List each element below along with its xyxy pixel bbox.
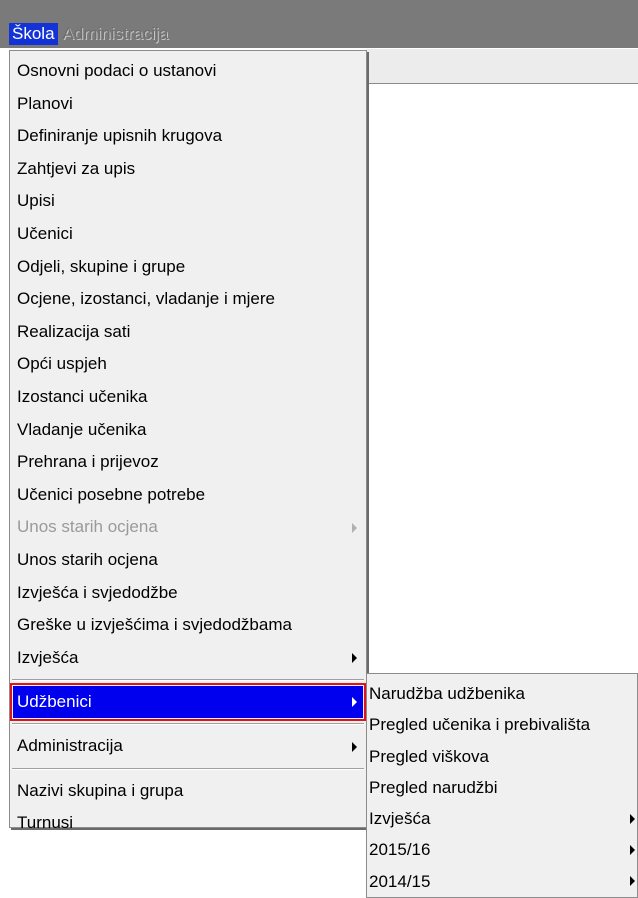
menu-separator: [12, 767, 364, 770]
menu-item-izvjesca[interactable]: Izvješća: [10, 642, 366, 675]
submenu-arrow-icon: [352, 522, 357, 533]
submenu-arrow-icon: [630, 876, 635, 887]
menu-item-turnusi[interactable]: Turnusi: [10, 807, 366, 840]
menu-item-realizacija-sati[interactable]: Realizacija sati: [10, 316, 366, 349]
menu-item-label: 2015/16: [369, 840, 431, 860]
menubar-item-skola[interactable]: Škola: [9, 23, 58, 45]
submenu-arrow-icon: [352, 652, 357, 663]
menu-item-odjeli[interactable]: Odjeli, skupine i grupe: [10, 251, 366, 284]
submenu-item-2015-16[interactable]: 2015/16: [367, 834, 637, 865]
menu-item-label: Izvješća: [17, 647, 79, 667]
menu-item-unos-starih-ocjena-disabled: Unos starih ocjena: [10, 511, 366, 544]
menu-item-ocjene[interactable]: Ocjene, izostanci, vladanje i mjere: [10, 283, 366, 316]
menu-item-label: Unos starih ocjena: [17, 517, 158, 537]
menu-item-label: Udžbenici: [17, 692, 92, 712]
submenu-arrow-icon: [630, 813, 635, 824]
menu-item-upisi[interactable]: Upisi: [10, 185, 366, 218]
menu-item-udzbenici[interactable]: Udžbenici: [10, 683, 366, 722]
menu-item-prehrana[interactable]: Prehrana i prijevoz: [10, 446, 366, 479]
menubar-item-administracija[interactable]: Administracija: [60, 23, 172, 45]
menu-item-nazivi-skupina[interactable]: Nazivi skupina i grupa: [10, 775, 366, 808]
submenu-item-pregled-ucenika[interactable]: Pregled učenika i prebivališta: [367, 709, 637, 740]
menu-item-zahtjevi-za-upis[interactable]: Zahtjevi za upis: [10, 153, 366, 186]
menu-item-administracija[interactable]: Administracija: [10, 730, 366, 763]
background-window-toolbar: [366, 48, 638, 84]
submenu-item-narudzba[interactable]: Narudžba udžbenika: [367, 678, 637, 709]
menu-item-label: 2014/15: [369, 871, 431, 891]
submenu-item-pregled-viskova[interactable]: Pregled viškova: [367, 741, 637, 772]
menu-separator: [12, 723, 364, 726]
menu-item-label: Administracija: [17, 736, 123, 756]
submenu-arrow-icon: [352, 741, 357, 752]
menu-item-posebne-potrebe[interactable]: Učenici posebne potrebe: [10, 479, 366, 512]
menu-bar: Škola Administracija: [0, 0, 638, 48]
submenu-item-2014-15[interactable]: 2014/15: [367, 866, 637, 897]
submenu-arrow-icon: [352, 697, 357, 708]
skola-dropdown-menu: Osnovni podaci o ustanovi Planovi Defini…: [9, 50, 367, 832]
submenu-item-pregled-narudzbi[interactable]: Pregled narudžbi: [367, 772, 637, 803]
menu-item-izostanci[interactable]: Izostanci učenika: [10, 381, 366, 414]
menu-item-ucenici[interactable]: Učenici: [10, 218, 366, 251]
menu-item-upisni-krugovi[interactable]: Definiranje upisnih krugova: [10, 120, 366, 153]
menu-item-unos-starih-ocjena[interactable]: Unos starih ocjena: [10, 544, 366, 577]
menu-item-planovi[interactable]: Planovi: [10, 88, 366, 121]
menu-item-opci-uspjeh[interactable]: Opći uspjeh: [10, 348, 366, 381]
menu-item-label: Izvješća: [369, 809, 431, 829]
udzbenici-submenu: Narudžba udžbenika Pregled učenika i pre…: [366, 673, 638, 898]
menu-item-vladanje[interactable]: Vladanje učenika: [10, 414, 366, 447]
submenu-item-izvjesca[interactable]: Izvješća: [367, 803, 637, 834]
submenu-arrow-icon: [630, 845, 635, 856]
menu-separator: [12, 679, 364, 682]
menu-item-greske[interactable]: Greške u izvješćima i svjedodžbama: [10, 609, 366, 642]
menu-item-osnovni-podaci[interactable]: Osnovni podaci o ustanovi: [10, 55, 366, 88]
menu-item-izvjesca-i-svjedodzbe[interactable]: Izvješća i svjedodžbe: [10, 577, 366, 610]
